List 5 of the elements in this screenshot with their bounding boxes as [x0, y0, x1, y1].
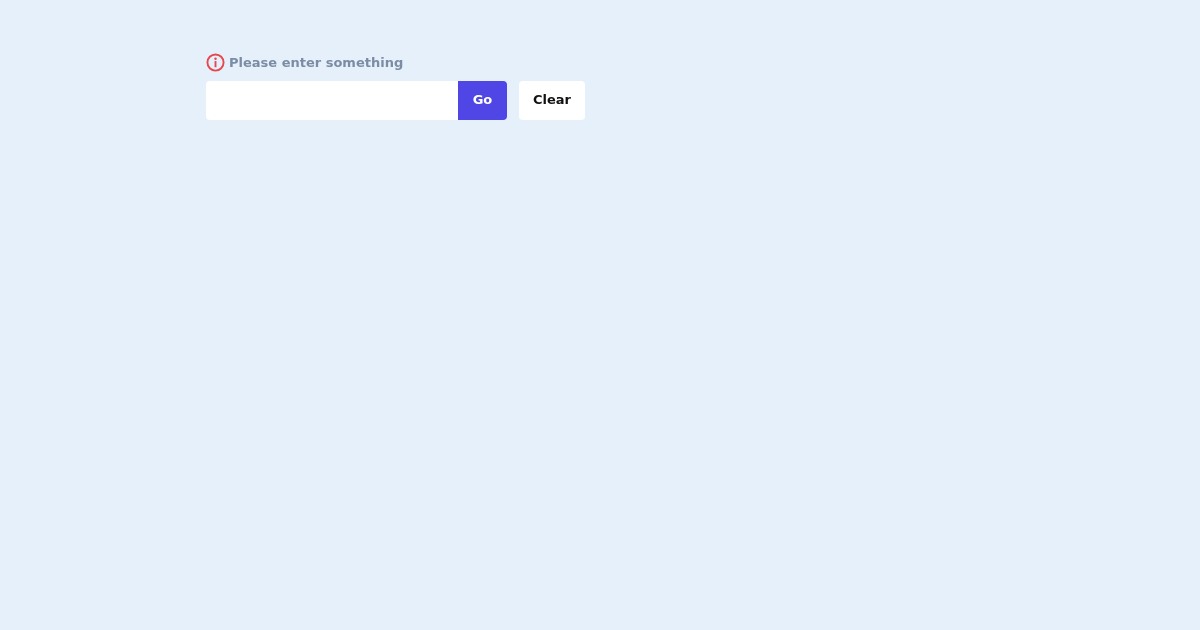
input-field[interactable] — [206, 80, 458, 120]
error-message: Please enter something — [229, 54, 404, 72]
info-icon — [206, 53, 225, 73]
go-button[interactable]: Go — [458, 80, 507, 120]
clear-button[interactable]: Clear — [519, 80, 585, 120]
